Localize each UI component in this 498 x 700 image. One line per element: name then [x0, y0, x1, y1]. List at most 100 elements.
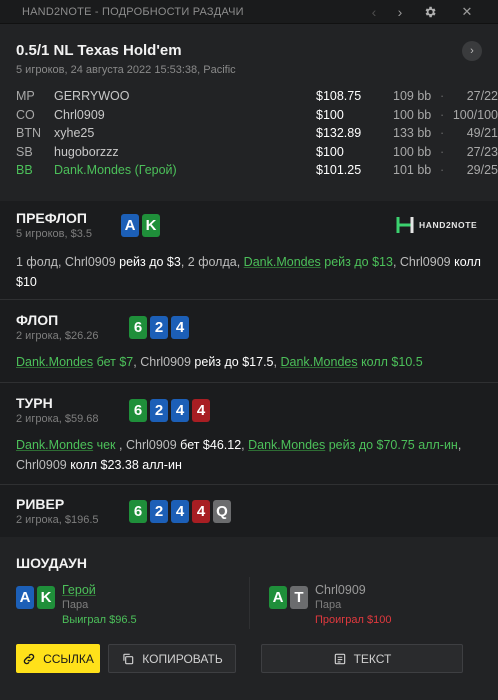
showdown-divider [249, 577, 250, 629]
villain-result: Проиграл $100 [315, 614, 392, 626]
player-stack: $100 [316, 107, 344, 122]
action-text: чек [93, 438, 120, 452]
action-text: бет $46.12 [180, 438, 242, 452]
hero-name-link[interactable]: Dank.Mondes [16, 355, 93, 369]
player-stack: $100 [316, 144, 344, 159]
player-row: MP GERRYWOO $108.75 109 bb · 27/22 [16, 89, 498, 106]
close-icon[interactable]: ✕ [458, 3, 476, 21]
player-vpip-pfr: 100/100 [452, 107, 498, 122]
hand2note-logo: HAND2NOTE [396, 214, 477, 236]
action-text: , 2 фолда, [180, 255, 244, 269]
player-name[interactable]: xyhe25 [54, 126, 94, 140]
turn-title: ТУРН [16, 395, 53, 411]
playing-card: Q [213, 500, 231, 523]
player-vpip-pfr: 27/22 [466, 89, 498, 103]
playing-card: T [290, 586, 308, 609]
action-text: бет $7 [93, 355, 134, 369]
playing-card: A [121, 214, 139, 237]
playing-card: 2 [150, 399, 168, 422]
action-text: , Chrl0909 [119, 438, 181, 452]
player-stack: $132.89 [316, 126, 362, 140]
playing-card: 4 [171, 316, 189, 339]
river-cards: 6244Q [129, 500, 231, 523]
player-row: BTN xyhe25 $132.89 133 bb · 49/21 [16, 126, 498, 143]
text-icon [334, 653, 345, 664]
playing-card: 4 [192, 399, 210, 422]
action-text: 1 фолд, Chrl0909 [16, 255, 120, 269]
action-text: рейз до $70.75 алл-ин [325, 438, 458, 452]
title-bar: HAND2NOTE - ПОДРОБНОСТИ РАЗДАЧИ ‹ › ✕ [0, 0, 498, 24]
hand-title: 0.5/1 NL Texas Hold'em [16, 42, 182, 59]
next-hand-button[interactable]: › [462, 41, 482, 61]
action-text: колл $23.38 алл-ин [70, 458, 182, 472]
playing-card: 4 [171, 399, 189, 422]
showdown-title: ШОУДАУН [16, 555, 87, 571]
hero-name-link[interactable]: Герой [62, 583, 96, 597]
preflop-pot: 5 игроков, $3.5 [16, 228, 92, 240]
player-name[interactable]: hugoborzzz [54, 145, 119, 159]
player-name[interactable]: Chrl0909 [54, 108, 105, 122]
playing-card: A [16, 586, 34, 609]
hand2note-logo-icon [396, 217, 414, 233]
flop-cards: 624 [129, 316, 189, 339]
next-hand-icon[interactable]: › [391, 3, 409, 21]
hero-name-link[interactable]: Dank.Mondes [244, 255, 321, 269]
link-button[interactable]: ССЫЛКА [16, 644, 100, 673]
villain-cards: AT [269, 586, 308, 609]
hand-subtitle: 5 игроков, 24 августа 2022 15:53:38, Pac… [16, 64, 236, 76]
turn-actions: Dank.Mondes чек , Chrl0909 бет $46.12, D… [16, 435, 486, 475]
player-stack: $108.75 [316, 89, 362, 103]
player-vpip-pfr: 27/23 [466, 144, 498, 159]
player-position: CO [16, 107, 35, 122]
preflop-cards: AK [121, 214, 160, 237]
preflop-title: ПРЕФЛОП [16, 210, 87, 226]
action-text: колл $10.5 [357, 355, 423, 369]
hand-header: 0.5/1 NL Texas Hold'em 5 игроков, 24 авг… [0, 24, 498, 201]
hero-result: Выиграл $96.5 [62, 614, 137, 626]
player-row: SB hugoborzzz $100 100 bb · 27/23 [16, 144, 498, 162]
player-position: BB [16, 163, 33, 177]
copy-button[interactable]: КОПИРОВАТЬ [108, 644, 236, 673]
player-stack: $101.25 [316, 163, 362, 177]
player-row: BB Dank.Mondes (Герой) $101.25 101 bb · 29/25 [16, 163, 498, 180]
copy-icon [123, 653, 134, 664]
hero-cards: AK [16, 586, 55, 609]
action-text: рейз до $13 [320, 255, 393, 269]
action-text: , Chrl0909 [392, 255, 455, 269]
showdown-panel: ШОУДАУН AK Герой Пара Выиграл $96.5 AT C… [0, 537, 498, 700]
link-button-label: ССЫЛКА [43, 651, 94, 666]
copy-button-label: КОПИРОВАТЬ [142, 651, 223, 666]
text-button-label: ТЕКСТ [353, 651, 392, 666]
prev-hand-icon[interactable]: ‹ [365, 3, 383, 21]
player-position: BTN [16, 126, 41, 140]
text-button[interactable]: ТЕКСТ [261, 644, 463, 673]
river-title: РИВЕР [16, 496, 65, 512]
playing-card: 2 [150, 316, 168, 339]
villain-name: Chrl0909 [315, 583, 366, 597]
playing-card: A [269, 586, 287, 609]
player-name[interactable]: Dank.Mondes (Герой) [54, 163, 177, 177]
player-position: MP [16, 89, 35, 103]
gear-icon[interactable] [421, 3, 439, 21]
divider [0, 484, 498, 485]
flop-title: ФЛОП [16, 312, 59, 328]
playing-card: K [142, 214, 160, 237]
villain-combo: Пара [315, 599, 342, 611]
player-name[interactable]: GERRYWOO [54, 89, 129, 103]
divider [0, 382, 498, 383]
hero-name-link[interactable]: Dank.Mondes [280, 355, 357, 369]
player-position: SB [16, 144, 33, 159]
link-icon [23, 653, 35, 664]
playing-card: K [37, 586, 55, 609]
flop-actions: Dank.Mondes бет $7, Chrl0909 рейз до $17… [16, 352, 486, 372]
action-text: , Chrl0909 [133, 355, 195, 369]
playing-card: 6 [129, 316, 147, 339]
action-text: рейз до $17.5 [194, 355, 274, 369]
player-vpip-pfr: 29/25 [466, 163, 498, 177]
playing-card: 4 [192, 500, 210, 523]
divider [0, 299, 498, 300]
hero-name-link[interactable]: Dank.Mondes [16, 438, 93, 452]
river-pot: 2 игрока, $196.5 [16, 514, 99, 526]
hero-name-link[interactable]: Dank.Mondes [248, 438, 325, 452]
flop-pot: 2 игрока, $26.26 [16, 330, 99, 342]
